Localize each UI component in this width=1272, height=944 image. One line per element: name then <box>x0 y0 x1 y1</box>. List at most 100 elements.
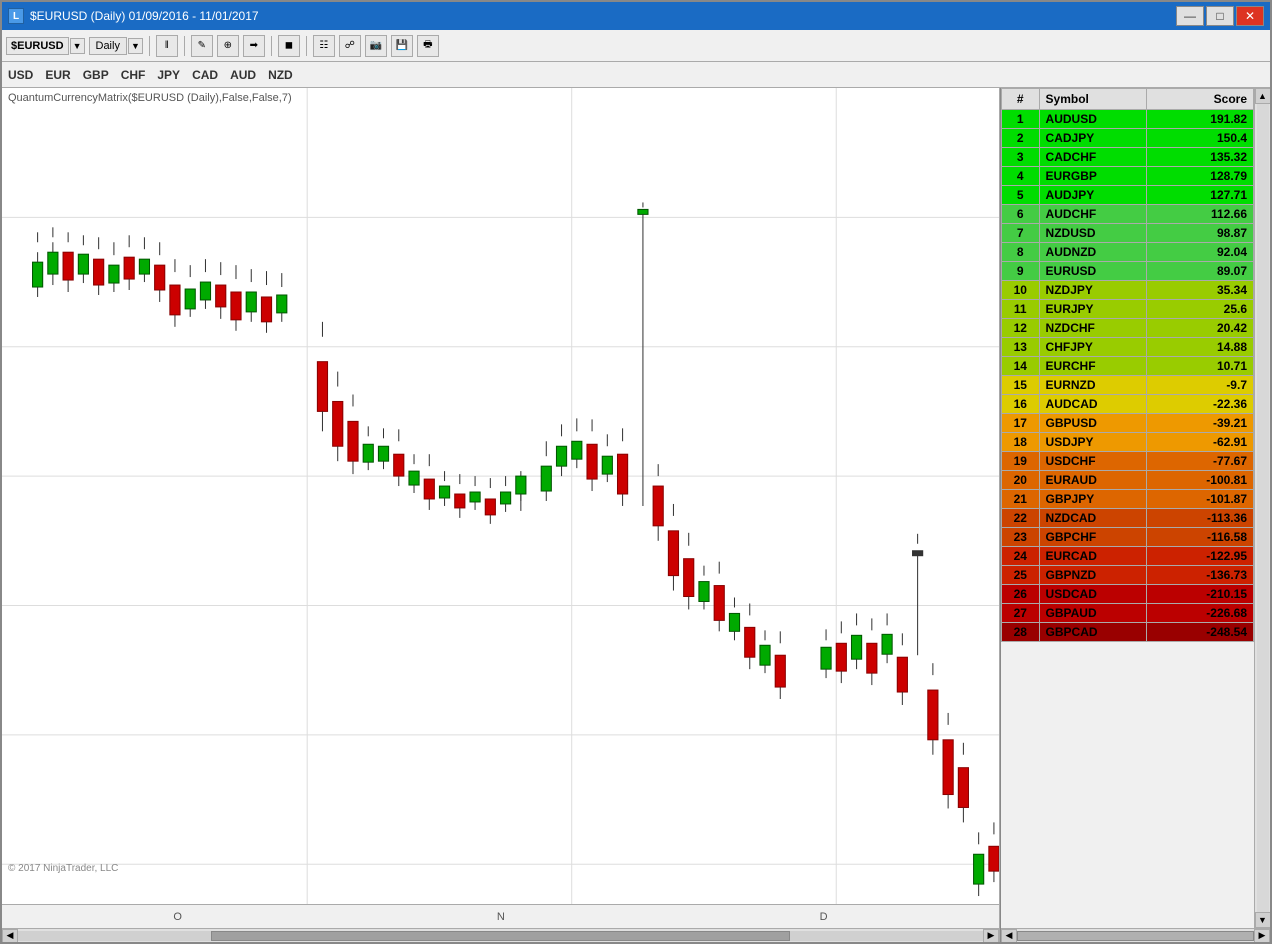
chart-hscroll[interactable]: ◀ ▶ <box>2 928 999 942</box>
table-row[interactable]: 14EURCHF10.71 <box>1002 357 1254 376</box>
candle-group-early <box>33 227 287 332</box>
cell-symbol: GBPAUD <box>1039 604 1146 623</box>
table-row[interactable]: 15EURNZD-9.7 <box>1002 376 1254 395</box>
x-label-d: D <box>820 911 828 923</box>
print-btn[interactable]: 🖶 <box>417 35 439 57</box>
cell-score: 127.71 <box>1146 186 1253 205</box>
screenshot-btn[interactable]: 📷 <box>365 35 387 57</box>
chart-settings[interactable]: ☍ <box>339 35 361 57</box>
table-row[interactable]: 12NZDCHF20.42 <box>1002 319 1254 338</box>
table-row[interactable]: 8AUDNZD92.04 <box>1002 243 1254 262</box>
cell-symbol: EURCHF <box>1039 357 1146 376</box>
currency-nzd[interactable]: NZD <box>268 68 293 82</box>
hscroll-thumb[interactable] <box>211 931 790 941</box>
indicators-btn[interactable]: ☷ <box>313 35 335 57</box>
cell-symbol: EURCAD <box>1039 547 1146 566</box>
draw-tool-1[interactable]: ◼ <box>278 35 300 57</box>
cell-rank: 17 <box>1002 414 1040 433</box>
symbol-dropdown-arrow[interactable]: ▼ <box>70 38 85 54</box>
cell-score: -77.67 <box>1146 452 1253 471</box>
candle-group-middle <box>541 202 785 699</box>
table-row[interactable]: 26USDCAD-210.15 <box>1002 585 1254 604</box>
cell-score: -226.68 <box>1146 604 1253 623</box>
cell-rank: 12 <box>1002 319 1040 338</box>
table-row[interactable]: 20EURAUD-100.81 <box>1002 471 1254 490</box>
table-row[interactable]: 24EURCAD-122.95 <box>1002 547 1254 566</box>
currency-jpy[interactable]: JPY <box>157 68 180 82</box>
table-row[interactable]: 25GBPNZD-136.73 <box>1002 566 1254 585</box>
timeframe-dropdown-arrow[interactable]: ▼ <box>128 38 143 54</box>
cell-score: 112.66 <box>1146 205 1253 224</box>
currency-chf[interactable]: CHF <box>121 68 146 82</box>
cell-score: 128.79 <box>1146 167 1253 186</box>
table-row[interactable]: 1AUDUSD191.82 <box>1002 110 1254 129</box>
cell-symbol: GBPUSD <box>1039 414 1146 433</box>
table-row[interactable]: 18USDJPY-62.91 <box>1002 433 1254 452</box>
currency-usd[interactable]: USD <box>8 68 33 82</box>
cell-score: 25.6 <box>1146 300 1253 319</box>
hscroll-left[interactable]: ◀ <box>2 929 18 943</box>
window-icon: L <box>8 8 24 24</box>
table-row[interactable]: 27GBPAUD-226.68 <box>1002 604 1254 623</box>
cell-rank: 27 <box>1002 604 1040 623</box>
maximize-button[interactable]: □ <box>1206 6 1234 26</box>
panel-right-wrapper: # Symbol Score 1AUDUSD191.822CADJPY150.4… <box>1001 88 1270 928</box>
timeframe-dropdown[interactable]: Daily ▼ <box>89 37 143 55</box>
timeframe-value[interactable]: Daily <box>89 37 127 55</box>
cell-symbol: USDCAD <box>1039 585 1146 604</box>
chart-type-bar[interactable]: ‖ <box>156 35 178 57</box>
vscroll-down[interactable]: ▼ <box>1255 912 1271 928</box>
cell-score: -22.36 <box>1146 395 1253 414</box>
draw-crosshair[interactable]: ⊕ <box>217 35 239 57</box>
table-row[interactable]: 7NZDUSD98.87 <box>1002 224 1254 243</box>
table-row[interactable]: 6AUDCHF112.66 <box>1002 205 1254 224</box>
cell-score: -136.73 <box>1146 566 1253 585</box>
close-button[interactable]: ✕ <box>1236 6 1264 26</box>
symbol-dropdown[interactable]: $EURUSD ▼ <box>6 37 85 55</box>
table-row[interactable]: 17GBPUSD-39.21 <box>1002 414 1254 433</box>
cell-rank: 21 <box>1002 490 1040 509</box>
table-row[interactable]: 22NZDCAD-113.36 <box>1002 509 1254 528</box>
table-row[interactable]: 5AUDJPY127.71 <box>1002 186 1254 205</box>
currency-aud[interactable]: AUD <box>230 68 256 82</box>
cell-rank: 3 <box>1002 148 1040 167</box>
cell-symbol: GBPNZD <box>1039 566 1146 585</box>
table-row[interactable]: 4EURGBP128.79 <box>1002 167 1254 186</box>
panel-hscroll-thumb[interactable] <box>1017 931 1254 941</box>
title-bar-left: L $EURUSD (Daily) 01/09/2016 - 11/01/201… <box>8 8 259 24</box>
table-row[interactable]: 19USDCHF-77.67 <box>1002 452 1254 471</box>
panel-hscroll-right[interactable]: ▶ <box>1254 929 1270 943</box>
cell-score: -248.54 <box>1146 623 1253 642</box>
currency-cad[interactable]: CAD <box>192 68 218 82</box>
cell-symbol: EURUSD <box>1039 262 1146 281</box>
export-btn[interactable]: 💾 <box>391 35 413 57</box>
currency-eur[interactable]: EUR <box>45 68 70 82</box>
separator-1 <box>149 36 150 56</box>
table-row[interactable]: 11EURJPY25.6 <box>1002 300 1254 319</box>
vscroll-up[interactable]: ▲ <box>1255 88 1271 104</box>
table-row[interactable]: 10NZDJPY35.34 <box>1002 281 1254 300</box>
table-row[interactable]: 23GBPCHF-116.58 <box>1002 528 1254 547</box>
symbol-value[interactable]: $EURUSD <box>6 37 69 55</box>
table-row[interactable]: 9EURUSD89.07 <box>1002 262 1254 281</box>
cell-rank: 28 <box>1002 623 1040 642</box>
table-row[interactable]: 16AUDCAD-22.36 <box>1002 395 1254 414</box>
panel-hscroll: ◀ ▶ <box>1001 928 1270 942</box>
panel-hscroll-left[interactable]: ◀ <box>1001 929 1017 943</box>
currency-gbp[interactable]: GBP <box>83 68 109 82</box>
draw-arrow[interactable]: ➡ <box>243 35 265 57</box>
cell-symbol: NZDCAD <box>1039 509 1146 528</box>
minimize-button[interactable]: — <box>1176 6 1204 26</box>
hscroll-right[interactable]: ▶ <box>983 929 999 943</box>
chart-canvas-wrapper[interactable]: © 2017 NinjaTrader, LLC <box>2 88 999 904</box>
table-row[interactable]: 2CADJPY150.4 <box>1002 129 1254 148</box>
table-row[interactable]: 3CADCHF135.32 <box>1002 148 1254 167</box>
cell-rank: 22 <box>1002 509 1040 528</box>
table-row[interactable]: 28GBPCAD-248.54 <box>1002 623 1254 642</box>
table-row[interactable]: 13CHFJPY14.88 <box>1002 338 1254 357</box>
vscroll-track <box>1257 104 1269 912</box>
table-row[interactable]: 21GBPJPY-101.87 <box>1002 490 1254 509</box>
draw-pencil[interactable]: ✎ <box>191 35 213 57</box>
col-header-score: Score <box>1146 89 1253 110</box>
cell-score: 98.87 <box>1146 224 1253 243</box>
